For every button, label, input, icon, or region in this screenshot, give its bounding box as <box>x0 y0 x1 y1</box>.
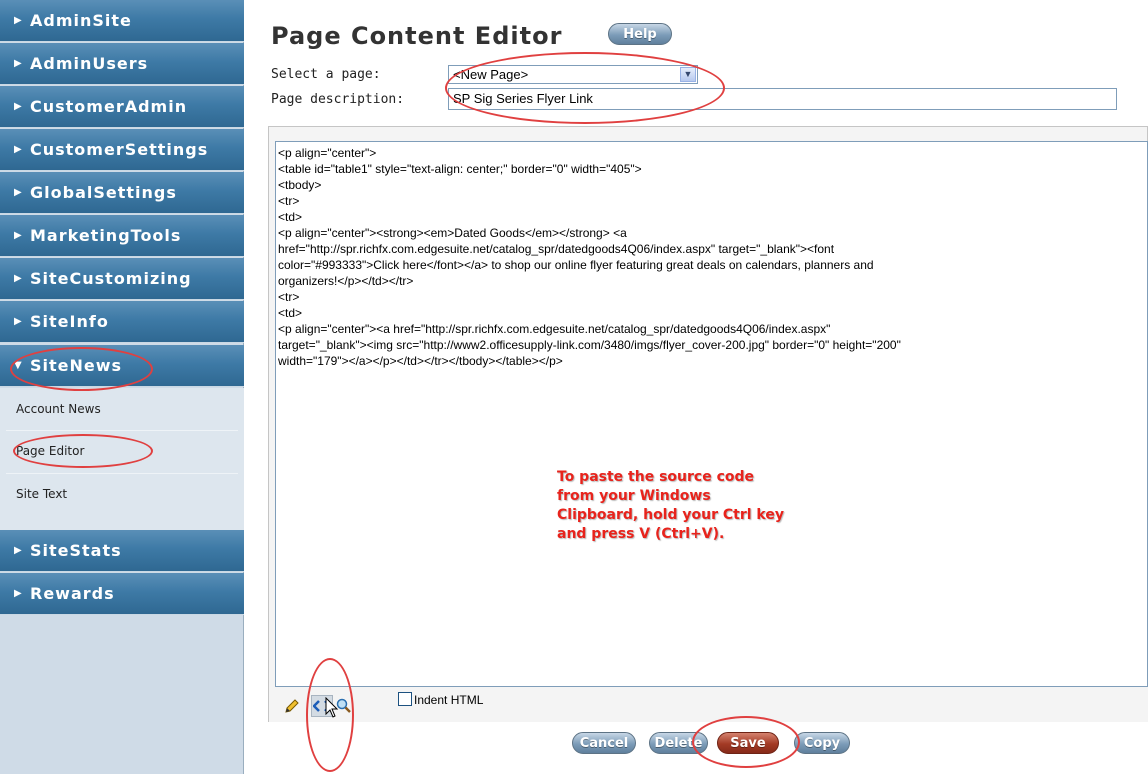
sidebar-item-label: AdminUsers <box>30 54 149 73</box>
sidebar-item-label: MarketingTools <box>30 226 182 245</box>
page-description-label: Page description: <box>271 92 405 107</box>
mouse-cursor-icon <box>325 697 339 718</box>
save-button[interactable]: Save <box>717 732 779 754</box>
caret-right-icon: ▶ <box>14 273 23 284</box>
caret-down-icon: ▼ <box>14 360 23 371</box>
delete-button[interactable]: Delete <box>649 732 708 754</box>
page-select-value: <New Page> <box>453 67 529 82</box>
cancel-button[interactable]: Cancel <box>572 732 636 754</box>
select-page-label: Select a page: <box>271 67 381 82</box>
submenu-item-account-news[interactable]: Account News <box>16 402 101 416</box>
submenu-divider <box>6 473 238 474</box>
sidebar-item-label: SiteStats <box>30 541 122 560</box>
page-title: Page Content Editor <box>271 22 563 50</box>
indent-html-label: Indent HTML <box>414 693 484 707</box>
caret-right-icon: ▶ <box>14 187 23 198</box>
sidebar-item-marketingtools[interactable]: ▶ MarketingTools <box>0 215 244 257</box>
sidebar-item-label: SiteCustomizing <box>30 269 192 288</box>
caret-right-icon: ▶ <box>14 58 23 69</box>
callout-line: To paste the source code <box>557 469 754 485</box>
sidebar-item-label: SiteNews <box>30 356 123 375</box>
caret-right-icon: ▶ <box>14 15 23 26</box>
submenu-item-site-text[interactable]: Site Text <box>16 487 67 501</box>
sidebar-item-label: CustomerSettings <box>30 140 209 159</box>
sidebar-item-sitestats[interactable]: ▶ SiteStats <box>0 530 244 572</box>
sidebar-item-adminsite[interactable]: ▶ AdminSite <box>0 0 244 42</box>
sidebar-item-label: AdminSite <box>30 11 132 30</box>
sidebar-item-label: CustomerAdmin <box>30 97 188 116</box>
caret-right-icon: ▶ <box>14 316 23 327</box>
sidebar-item-label: SiteInfo <box>30 312 109 331</box>
caret-right-icon: ▶ <box>14 588 23 599</box>
help-button[interactable]: Help <box>608 23 672 45</box>
paste-instruction-callout: To paste the source code from your Windo… <box>557 468 784 544</box>
submenu-divider <box>6 430 238 431</box>
caret-right-icon: ▶ <box>14 230 23 241</box>
callout-line: from your Windows <box>557 488 711 504</box>
sidebar-item-label: GlobalSettings <box>30 183 177 202</box>
chevron-down-icon[interactable]: ▼ <box>680 67 696 82</box>
sidebar-item-sitecustomizing[interactable]: ▶ SiteCustomizing <box>0 258 244 300</box>
sidebar-item-adminusers[interactable]: ▶ AdminUsers <box>0 43 244 85</box>
sidebar: ▶ AdminSite ▶ AdminUsers ▶ CustomerAdmin ▶ C… <box>0 0 244 774</box>
pencil-icon[interactable] <box>281 695 303 717</box>
sidebar-item-globalsettings[interactable]: ▶ GlobalSettings <box>0 172 244 214</box>
caret-right-icon: ▶ <box>14 144 23 155</box>
callout-line: Clipboard, hold your Ctrl key <box>557 507 784 523</box>
sitenews-submenu: Account News Page Editor Site Text <box>0 388 244 530</box>
sidebar-item-siteinfo[interactable]: ▶ SiteInfo <box>0 301 244 343</box>
sidebar-item-customersettings[interactable]: ▶ CustomerSettings <box>0 129 244 171</box>
callout-line: and press V (Ctrl+V). <box>557 526 725 542</box>
sidebar-item-customeradmin[interactable]: ▶ CustomerAdmin <box>0 86 244 128</box>
page-description-input[interactable]: SP Sig Series Flyer Link <box>448 88 1117 110</box>
copy-button[interactable]: Copy <box>794 732 850 754</box>
caret-right-icon: ▶ <box>14 101 23 112</box>
sidebar-item-label: Rewards <box>30 584 115 603</box>
sidebar-item-sitenews[interactable]: ▼ SiteNews <box>0 345 244 387</box>
caret-right-icon: ▶ <box>14 545 23 556</box>
submenu-item-page-editor[interactable]: Page Editor <box>16 444 84 458</box>
indent-html-checkbox[interactable] <box>398 692 412 706</box>
sidebar-item-rewards[interactable]: ▶ Rewards <box>0 573 244 615</box>
html-source-editor[interactable]: <p align="center"> <table id="table1" st… <box>275 141 1148 687</box>
page-select[interactable]: <New Page> ▼ <box>448 65 698 84</box>
